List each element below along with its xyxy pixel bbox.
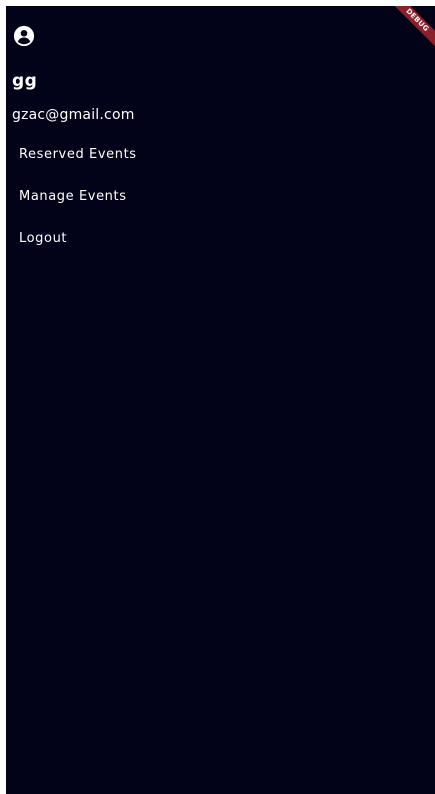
user-email: gzac@gmail.com [12,107,135,123]
menu-item-reserved-events[interactable]: Reserved Events [6,136,435,178]
menu-item-manage-events[interactable]: Manage Events [6,178,435,220]
account-circle-icon[interactable] [13,25,35,47]
drawer-menu: Reserved Events Manage Events Logout [6,136,435,262]
debug-banner: DEBUG [384,6,435,54]
navigation-drawer: gg gzac@gmail.com Reserved Events Manage… [6,6,435,794]
menu-item-logout[interactable]: Logout [6,220,435,262]
user-name: gg [12,71,38,91]
